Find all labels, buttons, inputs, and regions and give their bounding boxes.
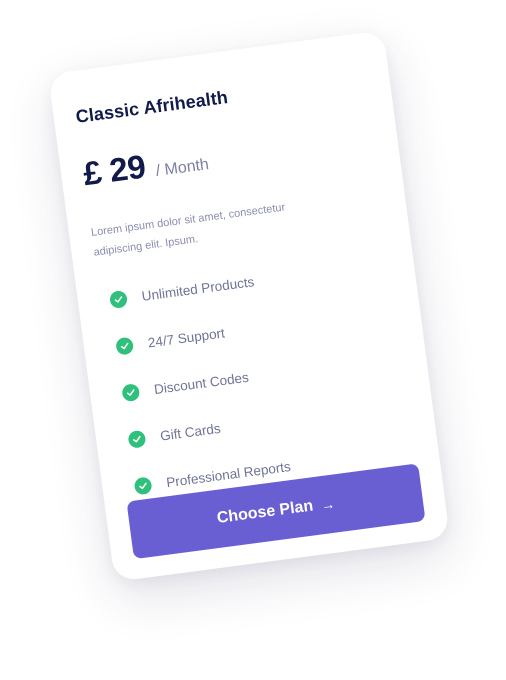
feature-label: 24/7 Support <box>146 324 226 350</box>
feature-list: Unlimited Products 24/7 Support Discount… <box>99 252 418 499</box>
plan-price: £ 29 <box>80 147 148 193</box>
check-circle-icon <box>121 382 141 402</box>
feature-label: Discount Codes <box>153 369 250 397</box>
feature-item: Unlimited Products <box>108 252 393 311</box>
feature-item: Gift Cards <box>127 392 411 451</box>
feature-item: Discount Codes <box>121 345 405 404</box>
page-canvas: Classic Afrihealth £ 29 / Month Lorem ip… <box>0 0 506 680</box>
choose-plan-label: Choose Plan <box>215 497 315 527</box>
plan-title: Classic Afrihealth <box>74 87 230 127</box>
check-circle-icon <box>108 289 129 309</box>
check-circle-icon <box>133 475 153 495</box>
arrow-right-icon: → <box>320 495 337 514</box>
pricing-card: Classic Afrihealth £ 29 / Month Lorem ip… <box>48 30 450 582</box>
check-circle-icon <box>115 336 135 356</box>
feature-label: Gift Cards <box>159 420 222 444</box>
feature-label: Unlimited Products <box>140 273 256 304</box>
price-row: £ 29 / Month <box>81 117 377 193</box>
plan-description: Lorem ipsum dolor sit amet, consectetur … <box>90 201 286 259</box>
billing-period: / Month <box>154 156 210 180</box>
feature-item: 24/7 Support <box>115 299 399 358</box>
check-circle-icon <box>127 429 147 449</box>
